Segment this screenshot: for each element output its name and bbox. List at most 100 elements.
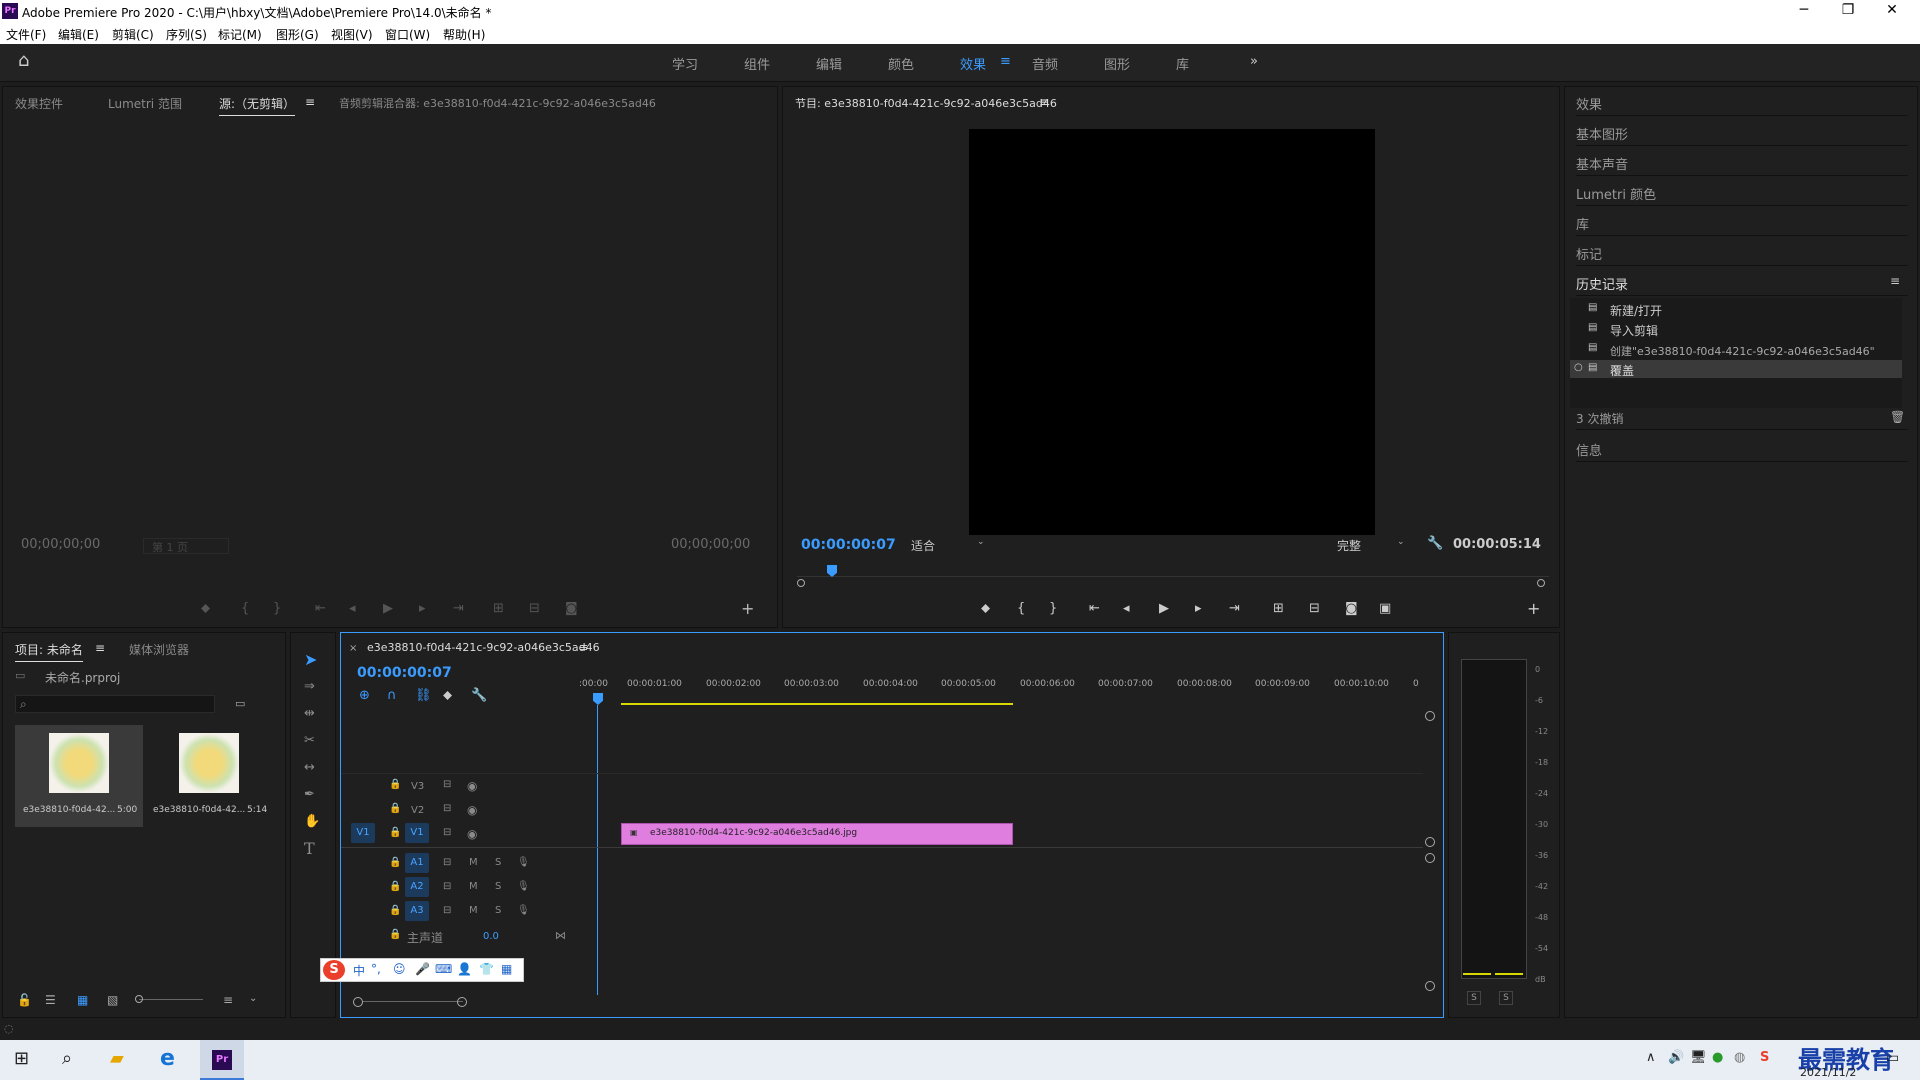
pen-tool-icon[interactable]: ✒ — [304, 788, 315, 802]
a1-sync-icon[interactable]: ⊟ — [443, 857, 451, 868]
lift-icon[interactable]: ⊞ — [1273, 602, 1284, 616]
trash-icon[interactable]: 🗑 — [1890, 410, 1905, 424]
workspace-graphics[interactable]: 图形 — [1104, 54, 1130, 73]
page-select[interactable]: 第 1 页 — [143, 538, 229, 554]
history-header[interactable]: 历史记录 — [1576, 266, 1908, 296]
menu-view[interactable]: 视图(V) — [331, 26, 373, 43]
home-icon[interactable]: ⌂ — [18, 52, 29, 70]
workspace-libraries[interactable]: 库 — [1176, 54, 1189, 73]
lumetri-color-item[interactable]: Lumetri 颜色 — [1576, 176, 1908, 206]
menu-edit[interactable]: 编辑(E) — [58, 26, 99, 43]
workspace-assembly[interactable]: 组件 — [744, 54, 770, 73]
add-marker-icon[interactable]: ⬥ — [201, 602, 210, 616]
program-tab-menu-icon[interactable]: ≡ — [1039, 95, 1049, 109]
timeline-tab-menu-icon[interactable]: ≡ — [579, 641, 588, 654]
tab-media-browser[interactable]: 媒体浏览器 — [129, 641, 189, 658]
selection-tool-icon[interactable]: ➤ — [304, 652, 317, 668]
v3-lock-icon[interactable]: 🔒 — [389, 779, 401, 790]
insert-icon[interactable]: ⊞ — [493, 602, 504, 616]
program-step-back-icon[interactable]: ◂ — [1123, 602, 1130, 616]
effects-panel-item[interactable]: 效果 — [1576, 86, 1908, 116]
a2-mic-icon[interactable]: 🎙 — [517, 881, 530, 892]
project-item[interactable]: e3e38810-f0d4-42... 5:14 — [145, 725, 273, 827]
minimize-icon[interactable]: ─ — [1782, 0, 1826, 22]
program-timecode[interactable]: 00:00:00:07 — [801, 537, 896, 553]
track-label-v2[interactable]: V2 — [411, 805, 424, 816]
tray-app2-icon[interactable]: ◍ — [1734, 1050, 1745, 1065]
source-timecode-left[interactable]: 00;00;00;00 — [21, 537, 100, 552]
ime-punct-icon[interactable]: °, — [371, 962, 381, 976]
menu-graphics[interactable]: 图形(G) — [276, 26, 319, 43]
markers-item[interactable]: 标记 — [1576, 236, 1908, 266]
snap-icon[interactable]: ∩ — [387, 689, 397, 703]
source-timecode-right[interactable]: 00;00;00;00 — [671, 537, 750, 552]
project-tab-menu-icon[interactable]: ≡ — [95, 641, 105, 655]
vscroll-handle-top[interactable] — [1425, 711, 1435, 721]
menu-file[interactable]: 文件(F) — [6, 26, 46, 43]
premiere-taskbar-button[interactable]: Pr — [200, 1040, 244, 1080]
close-icon[interactable]: ✕ — [1870, 0, 1914, 22]
sogou-logo-icon[interactable]: S — [323, 960, 345, 980]
v1-lock-icon[interactable]: 🔒 — [389, 827, 401, 838]
hscroll-handle-left[interactable] — [353, 997, 363, 1007]
history-item-selected[interactable]: ○ ▤ 覆盖 — [1570, 360, 1902, 378]
vscroll-handle-bottom[interactable] — [1425, 981, 1435, 991]
workspace-learn[interactable]: 学习 — [672, 54, 698, 73]
hand-tool-icon[interactable]: ✋ — [304, 815, 320, 829]
project-search-input[interactable]: ⌕ — [15, 695, 215, 713]
a2-mute-button[interactable]: M — [469, 881, 478, 892]
program-play-icon[interactable]: ▶ — [1159, 602, 1169, 616]
network-icon[interactable]: 🖥 — [1690, 1050, 1707, 1065]
go-to-end-icon[interactable]: ⋈ — [555, 929, 566, 942]
a2-sync-icon[interactable]: ⊟ — [443, 881, 451, 892]
timeline-tab[interactable]: e3e38810-f0d4-421c-9c92-a046e3c5ad46 — [367, 641, 600, 654]
tray-app-icon[interactable]: ● — [1712, 1050, 1723, 1065]
meter-solo-left[interactable]: S — [1467, 991, 1481, 1005]
menu-marker[interactable]: 标记(M) — [218, 26, 262, 43]
master-volume-value[interactable]: 0.0 — [483, 931, 499, 942]
a2-solo-button[interactable]: S — [495, 881, 501, 892]
windows-start-icon[interactable]: ⊞ — [14, 1048, 29, 1069]
extract-icon[interactable]: ⊟ — [1309, 602, 1320, 616]
workspace-menu-icon[interactable]: ≡ — [1000, 54, 1011, 69]
restore-icon[interactable]: ❐ — [1826, 0, 1870, 22]
step-forward-icon[interactable]: ▸ — [419, 602, 426, 616]
add-button-icon[interactable]: + — [741, 601, 754, 617]
zoom-slider[interactable] — [139, 999, 203, 1000]
v2-eye-icon[interactable]: ◉ — [467, 803, 477, 817]
a3-mic-icon[interactable]: 🎙 — [517, 905, 530, 916]
menu-help[interactable]: 帮助(H) — [443, 26, 485, 43]
edge-browser-icon[interactable]: e — [160, 1046, 175, 1071]
volume-icon[interactable]: 🔊 — [1668, 1050, 1684, 1065]
a1-mic-icon[interactable]: 🎙 — [517, 857, 530, 868]
go-to-out-icon[interactable]: ⇥ — [453, 602, 464, 616]
v1-sync-icon[interactable]: ⊟ — [443, 827, 451, 838]
program-mark-in-icon[interactable]: { — [1017, 602, 1025, 616]
file-explorer-icon[interactable]: ▰ — [110, 1048, 124, 1069]
program-monitor-video[interactable] — [969, 129, 1375, 535]
a1-mute-button[interactable]: M — [469, 857, 478, 868]
project-item-selected[interactable]: e3e38810-f0d4-42... 5:00 — [15, 725, 143, 827]
meter-solo-right[interactable]: S — [1499, 991, 1513, 1005]
taskbar-search-icon[interactable]: ⌕ — [62, 1048, 72, 1069]
more-workspaces-icon[interactable]: » — [1250, 54, 1258, 69]
sort-chevron-icon[interactable]: ⌄ — [249, 993, 257, 1004]
program-go-in-icon[interactable]: ⇤ — [1089, 602, 1100, 616]
hscroll-handle-right[interactable] — [457, 997, 467, 1007]
track-label-v1[interactable]: V1 — [405, 823, 429, 843]
timeline-marker-icon[interactable]: ⬥ — [443, 689, 452, 703]
track-label-a2[interactable]: A2 — [405, 877, 429, 897]
program-export-frame-icon[interactable]: ◙ — [1345, 602, 1358, 616]
track-label-v3[interactable]: V3 — [411, 781, 424, 792]
workspace-color[interactable]: 颜色 — [888, 54, 914, 73]
freeform-view-icon[interactable]: ▧ — [107, 993, 118, 1007]
zoom-handle-left[interactable] — [797, 579, 805, 587]
mark-in-icon[interactable]: { — [241, 602, 249, 616]
program-go-out-icon[interactable]: ⇥ — [1229, 602, 1240, 616]
libraries-item[interactable]: 库 — [1576, 206, 1908, 236]
tab-lumetri-scopes[interactable]: Lumetri 范围 — [108, 95, 182, 112]
a3-solo-button[interactable]: S — [495, 905, 501, 916]
program-marker-icon[interactable]: ⬥ — [981, 602, 990, 616]
slip-tool-icon[interactable]: ↔ — [304, 761, 315, 775]
sort-icon[interactable]: ≡ — [223, 993, 233, 1007]
